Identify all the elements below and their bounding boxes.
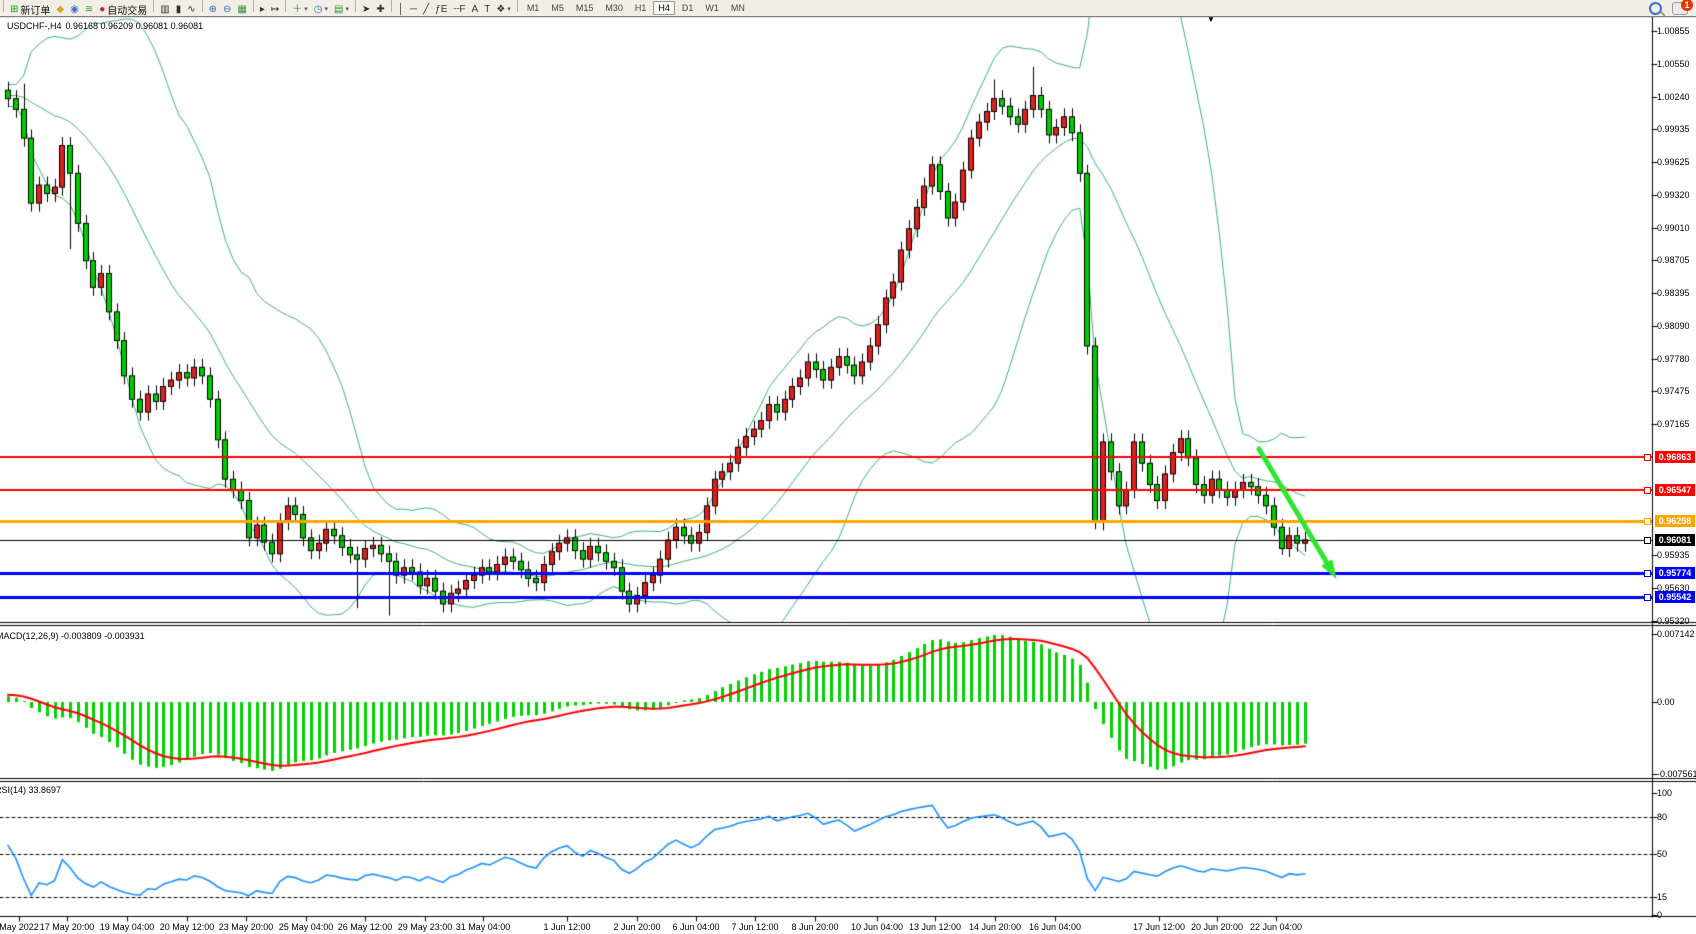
trendline-button[interactable]: ╱ bbox=[420, 2, 432, 16]
rsi-name: RSI(14) bbox=[0, 785, 26, 795]
community-icon: ◉ bbox=[70, 3, 79, 16]
horizontal-line-button[interactable]: ─ bbox=[407, 2, 420, 16]
tile-windows-icon: ▦ bbox=[237, 3, 246, 16]
arrows-button[interactable]: ❖▾ bbox=[493, 2, 513, 16]
templates-button[interactable]: ▤▾ bbox=[331, 2, 352, 16]
auto-trading-button[interactable]: ●自动交易 bbox=[96, 2, 150, 16]
macd-values: -0.003809 -0.003931 bbox=[61, 631, 145, 641]
candlestick-chart-icon: ▮ bbox=[176, 3, 182, 16]
trendline-icon: ╱ bbox=[423, 3, 429, 16]
community-button[interactable]: ◉ bbox=[67, 2, 82, 16]
symbol-period-label: USDCHF-,H4 bbox=[7, 21, 62, 31]
timeframe-h4[interactable]: H4 bbox=[653, 1, 675, 15]
timeframe-m15[interactable]: M15 bbox=[571, 1, 599, 15]
chart-title: USDCHF-,H4 0.96168 0.96209 0.96081 0.9608… bbox=[7, 21, 207, 31]
toolbar-separator bbox=[202, 0, 203, 12]
auto-scroll-button[interactable]: ▸ bbox=[257, 2, 268, 16]
crosshair-icon: ✚ bbox=[376, 3, 384, 16]
timeframe-m1[interactable]: M1 bbox=[522, 1, 545, 15]
notification-badge: 1 bbox=[1681, 0, 1693, 11]
new-order-button[interactable]: ⊞新订单 bbox=[7, 2, 53, 16]
line-chart-button[interactable]: ∿ bbox=[184, 2, 198, 16]
timeframe-mn[interactable]: MN bbox=[726, 1, 750, 15]
bar-chart-icon: ▥ bbox=[160, 3, 169, 16]
timeframe-h1[interactable]: H1 bbox=[630, 1, 652, 15]
periods-button[interactable]: ◷▾ bbox=[311, 2, 331, 16]
auto-trading-button-label: 自动交易 bbox=[107, 2, 147, 17]
toolbar-right: 1 bbox=[1649, 2, 1688, 15]
timeframe-d1[interactable]: D1 bbox=[677, 1, 699, 15]
timeframe-toolbar: M1M5M15M30H1H4D1W1MN bbox=[521, 3, 751, 14]
clock-icon: ◷ bbox=[314, 3, 323, 16]
cursor-button[interactable]: ➤ bbox=[359, 2, 373, 16]
indicators-button[interactable]: ＋▾ bbox=[289, 2, 311, 16]
cursor-icon: ➤ bbox=[362, 3, 370, 16]
notifications-button[interactable]: 1 bbox=[1672, 2, 1688, 15]
signals-button[interactable]: ≋ bbox=[82, 2, 96, 16]
search-icon[interactable] bbox=[1649, 2, 1662, 15]
arrows-icon: ❖ bbox=[496, 3, 505, 16]
auto-trading-icon: ● bbox=[99, 3, 105, 16]
vertical-line-icon: │ bbox=[398, 3, 404, 16]
market-icon: ◆ bbox=[56, 3, 64, 16]
new-order-button-label: 新订单 bbox=[20, 2, 50, 17]
toolbar: ⊞新订单◆◉≋●自动交易▥▮∿⊕⊖▦▸↦＋▾◷▾▤▾➤✚│─╱ƒE┈FAT❖▾ … bbox=[0, 0, 1696, 17]
text-button[interactable]: A bbox=[469, 2, 482, 16]
ohlc-values: 0.96168 0.96209 0.96081 0.96081 bbox=[66, 21, 204, 31]
line-chart-icon: ∿ bbox=[187, 3, 195, 16]
zoom-out-button[interactable]: ⊖ bbox=[220, 2, 234, 16]
chevron-down-icon: ▾ bbox=[346, 5, 350, 13]
market-button[interactable]: ◆ bbox=[53, 2, 67, 16]
crosshair-button[interactable]: ✚ bbox=[373, 2, 387, 16]
rsi-value: 33.8697 bbox=[29, 785, 62, 795]
bar-chart-button[interactable]: ▥ bbox=[157, 2, 172, 16]
zoom-in-icon: ⊕ bbox=[209, 3, 217, 16]
toolbar-separator bbox=[285, 0, 286, 12]
toolbar-buttons: ⊞新订单◆◉≋●自动交易▥▮∿⊕⊖▦▸↦＋▾◷▾▤▾➤✚│─╱ƒE┈FAT❖▾ bbox=[0, 0, 521, 16]
macd-indicator-label: MACD(12,26,9) -0.003809 -0.003931 bbox=[0, 631, 145, 641]
toolbar-separator bbox=[3, 0, 4, 12]
chart-shift-icon: ↦ bbox=[271, 3, 279, 16]
chart-shift-button[interactable]: ↦ bbox=[268, 2, 282, 16]
auto-scroll-icon: ▸ bbox=[260, 3, 265, 16]
zoom-out-icon: ⊖ bbox=[223, 3, 231, 16]
chevron-down-icon: ▾ bbox=[507, 5, 511, 13]
toolbar-separator bbox=[391, 0, 392, 12]
fibonacci-icon: ┈F bbox=[453, 3, 465, 16]
new-order-icon: ⊞ bbox=[10, 3, 18, 16]
chevron-down-icon: ▾ bbox=[304, 5, 308, 13]
timeframe-m30[interactable]: M30 bbox=[600, 1, 628, 15]
zoom-in-button[interactable]: ⊕ bbox=[206, 2, 220, 16]
elliott-wave-button[interactable]: ƒE bbox=[432, 2, 450, 16]
toolbar-separator bbox=[153, 0, 154, 12]
vertical-line-button[interactable]: │ bbox=[395, 2, 407, 16]
text-label-icon: T bbox=[484, 3, 490, 16]
chart-canvas[interactable] bbox=[0, 0, 1696, 934]
elliott-wave-icon: ƒE bbox=[435, 3, 447, 16]
signals-icon: ≋ bbox=[85, 3, 93, 16]
toolbar-separator bbox=[355, 0, 356, 12]
text-label-button[interactable]: T bbox=[481, 2, 493, 16]
timeframe-w1[interactable]: W1 bbox=[700, 1, 724, 15]
candlestick-chart-button[interactable]: ▮ bbox=[173, 2, 185, 16]
indicators-icon: ＋ bbox=[292, 3, 302, 16]
chevron-down-icon: ▾ bbox=[325, 5, 329, 13]
rsi-indicator-label: RSI(14) 33.8697 bbox=[0, 785, 61, 795]
timeframe-m5[interactable]: M5 bbox=[546, 1, 569, 15]
toolbar-separator bbox=[253, 0, 254, 12]
horizontal-line-icon: ─ bbox=[410, 3, 417, 16]
macd-name: MACD(12,26,9) bbox=[0, 631, 59, 641]
toolbar-separator bbox=[517, 0, 518, 12]
fibonacci-button[interactable]: ┈F bbox=[450, 2, 468, 16]
tile-windows-button[interactable]: ▦ bbox=[234, 2, 249, 16]
text-icon: A bbox=[472, 3, 479, 16]
template-icon: ▤ bbox=[334, 3, 343, 16]
